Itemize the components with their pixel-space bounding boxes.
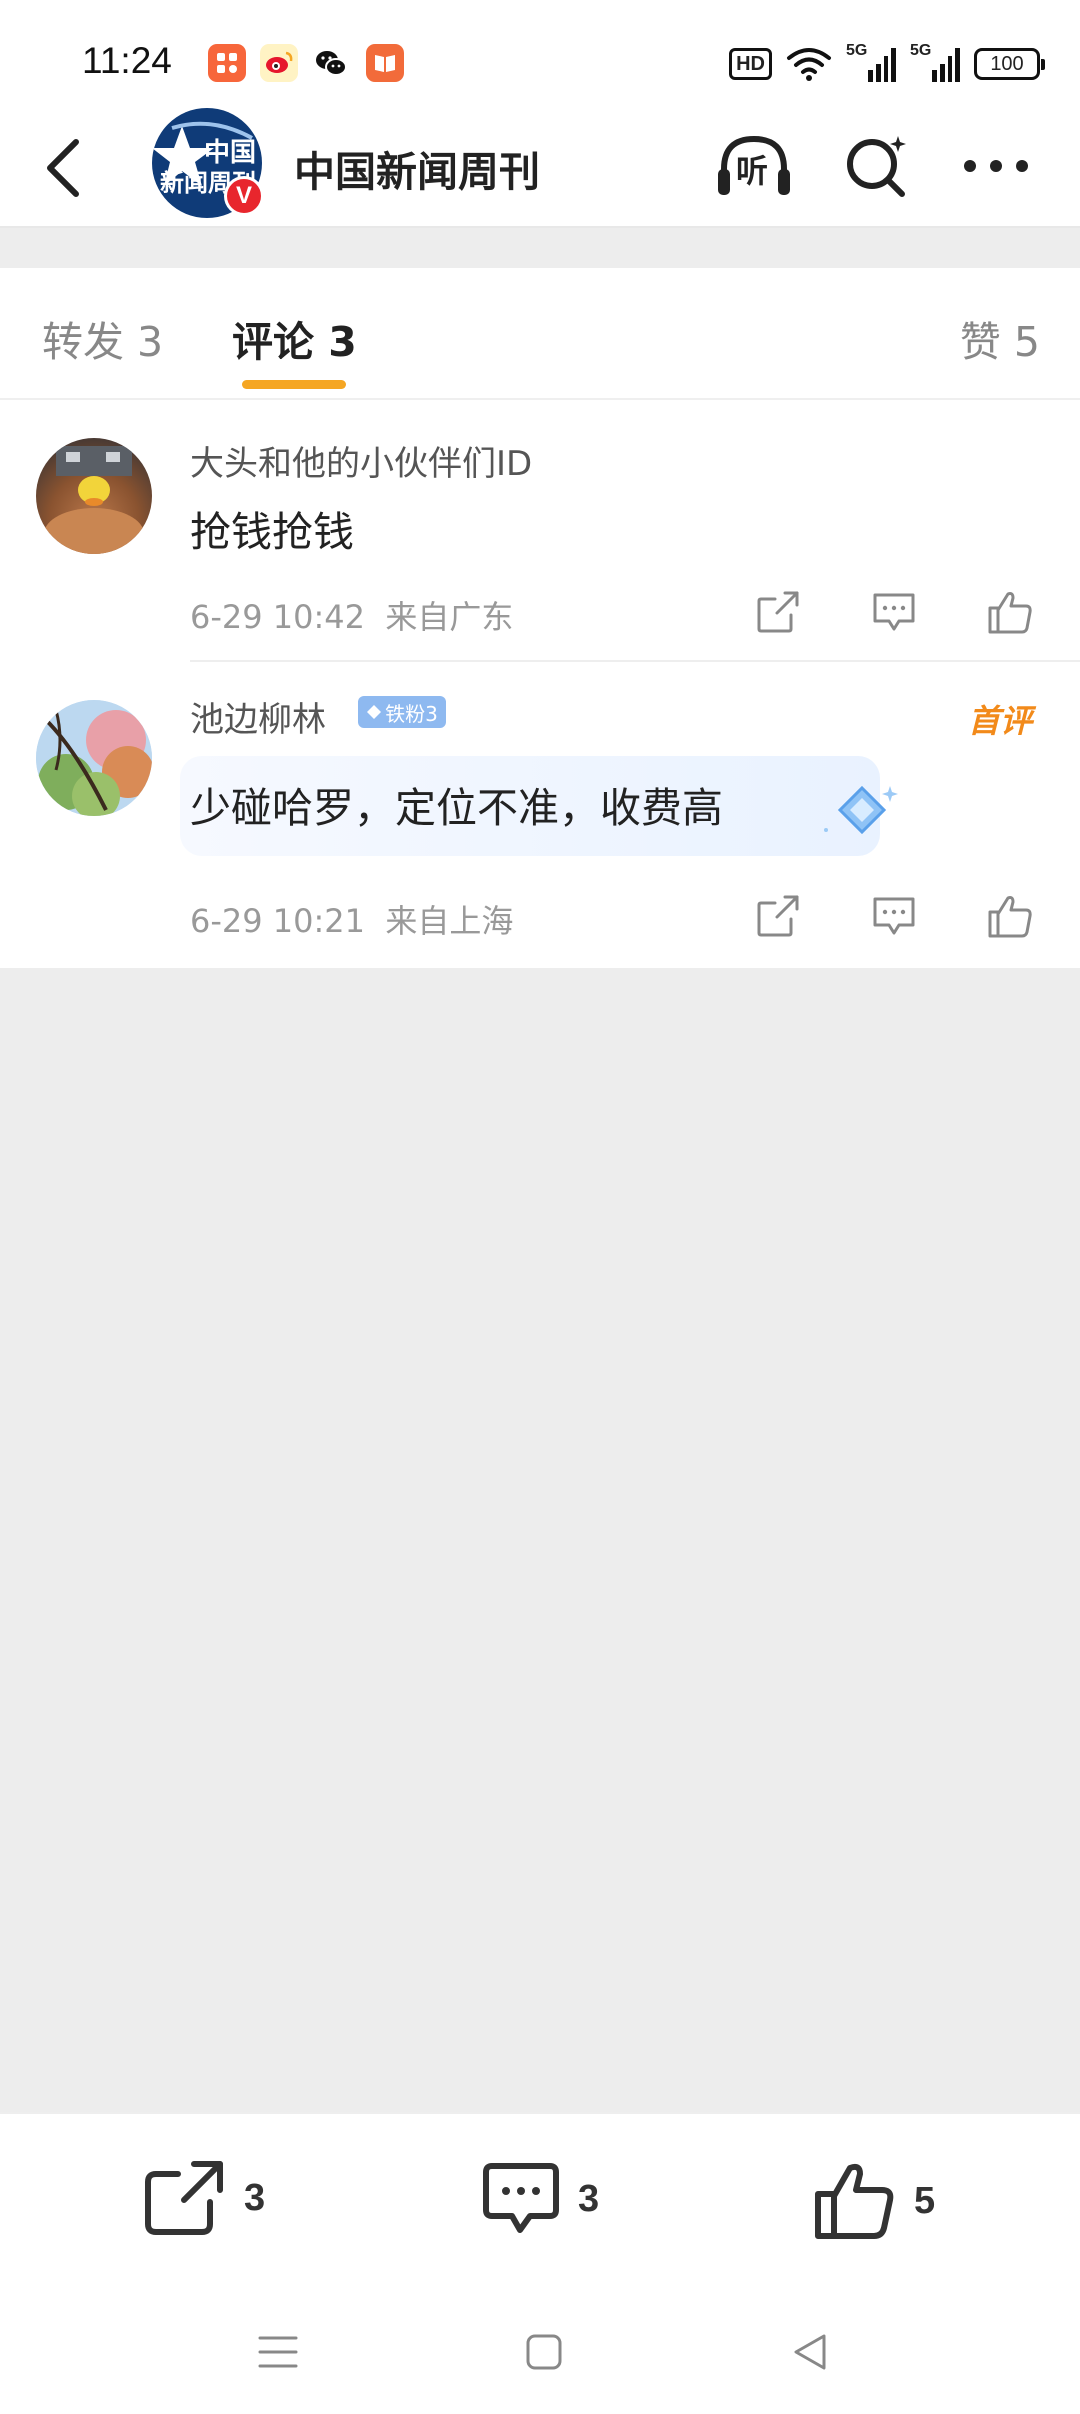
comment-time: 6-29 10:42 [190, 598, 366, 636]
thumbs-up-icon [815, 2163, 894, 2239]
comment-meta: 6-29 10:42 来自广东 [190, 592, 513, 638]
comment-text[interactable]: 抢钱抢钱 [190, 498, 354, 558]
back-button[interactable] [36, 128, 96, 208]
comment-meta: 6-29 10:21 来自上海 [190, 896, 513, 942]
thumbs-up-icon [988, 896, 1032, 938]
comment-count: 3 [578, 2177, 600, 2220]
comment-bubble-icon [873, 897, 915, 935]
menu-icon [258, 2336, 298, 2368]
comment-item: 大头和他的小伙伴们ID 抢钱抢钱 6-29 10:42 来自广东 [0, 400, 1080, 662]
repost-button[interactable]: 3 [144, 2160, 265, 2236]
fan-badge-label: 铁粉3 [385, 701, 438, 726]
tab-comments[interactable]: 评论 3 [232, 308, 357, 368]
avatar[interactable] [36, 700, 152, 816]
chevron-left-icon [47, 139, 79, 197]
more-button[interactable] [956, 126, 1036, 206]
reply-comment-button[interactable] [864, 582, 924, 642]
like-comment-button[interactable] [980, 582, 1040, 642]
like-button[interactable]: 5 [814, 2160, 935, 2242]
comment-username[interactable]: 大头和他的小伙伴们ID [190, 436, 532, 485]
comment-bubble-icon [483, 2163, 559, 2233]
fan-badge: 铁粉3 [358, 696, 446, 728]
diamond-decoration-icon [824, 785, 898, 835]
battery-indicator: 100 [974, 48, 1045, 80]
share-icon [757, 591, 799, 633]
wechat-notification-icon [312, 44, 350, 82]
share-comment-button[interactable] [748, 886, 808, 946]
hd-indicator: HD [729, 48, 772, 80]
comment-text[interactable]: 少碰哈罗，定位不准，收费高 [190, 774, 723, 834]
comment-location: 来自广东 [385, 598, 514, 636]
more-dots-icon [964, 160, 1028, 172]
thumbs-up-icon [988, 592, 1032, 634]
share-icon [757, 895, 799, 937]
comment-item: 池边柳林 铁粉3 首评 少碰哈罗，定位不准，收费高 6-29 10:21 来自上… [0, 662, 1080, 968]
status-time: 11:24 [82, 40, 172, 81]
status-indicators: HD 5G 5G 100 [729, 42, 1045, 84]
reply-comment-button[interactable] [864, 886, 924, 946]
search-icon [847, 136, 906, 197]
app-notification-icon [208, 44, 246, 82]
comment-username[interactable]: 池边柳林 [190, 692, 326, 741]
diamond-icon [367, 705, 382, 719]
listen-button[interactable]: 听 [714, 126, 794, 206]
comment-time: 6-29 10:21 [190, 902, 366, 940]
like-count: 5 [914, 2179, 936, 2222]
comment-bubble-icon [873, 593, 915, 631]
weibo-notification-icon [260, 44, 298, 82]
home-square-icon [526, 2334, 562, 2370]
signal-icon-2: 5G [910, 42, 960, 82]
nav-back-button[interactable] [780, 2322, 840, 2382]
tab-reposts[interactable]: 转发 3 [42, 308, 163, 368]
bottom-action-bar: 3 3 5 [0, 2112, 1080, 2414]
repost-icon [145, 2161, 223, 2235]
nav-menu-button[interactable] [248, 2322, 308, 2382]
nav-home-button[interactable] [514, 2322, 574, 2382]
search-button[interactable] [838, 126, 918, 206]
tab-likes[interactable]: 赞 5 [960, 308, 1040, 368]
reader-notification-icon [366, 44, 404, 82]
verified-badge: V [224, 176, 264, 216]
comment-list: 大头和他的小伙伴们ID 抢钱抢钱 6-29 10:42 来自广东 池边柳林 铁粉… [0, 400, 1080, 968]
avatar-image [44, 446, 144, 554]
listen-label: 听 [736, 152, 769, 190]
first-comment-badge: 首评 [967, 702, 1032, 740]
top-header: 中国 新闻周刊 V 中国新闻周刊 听 [0, 108, 1080, 228]
account-name[interactable]: 中国新闻周刊 [294, 138, 540, 198]
signal-icon-1: 5G [846, 42, 896, 82]
back-triangle-icon [794, 2334, 826, 2370]
avatar-image [36, 700, 152, 816]
active-tab-indicator [242, 380, 346, 389]
repost-count: 3 [244, 2176, 266, 2219]
comment-button[interactable]: 3 [482, 2160, 599, 2238]
share-comment-button[interactable] [748, 582, 808, 642]
comment-location: 来自上海 [385, 902, 514, 940]
like-comment-button[interactable] [980, 886, 1040, 946]
avatar[interactable] [36, 438, 152, 554]
wifi-icon [787, 48, 831, 81]
tab-bar: 转发 3 评论 3 赞 5 [0, 268, 1080, 400]
